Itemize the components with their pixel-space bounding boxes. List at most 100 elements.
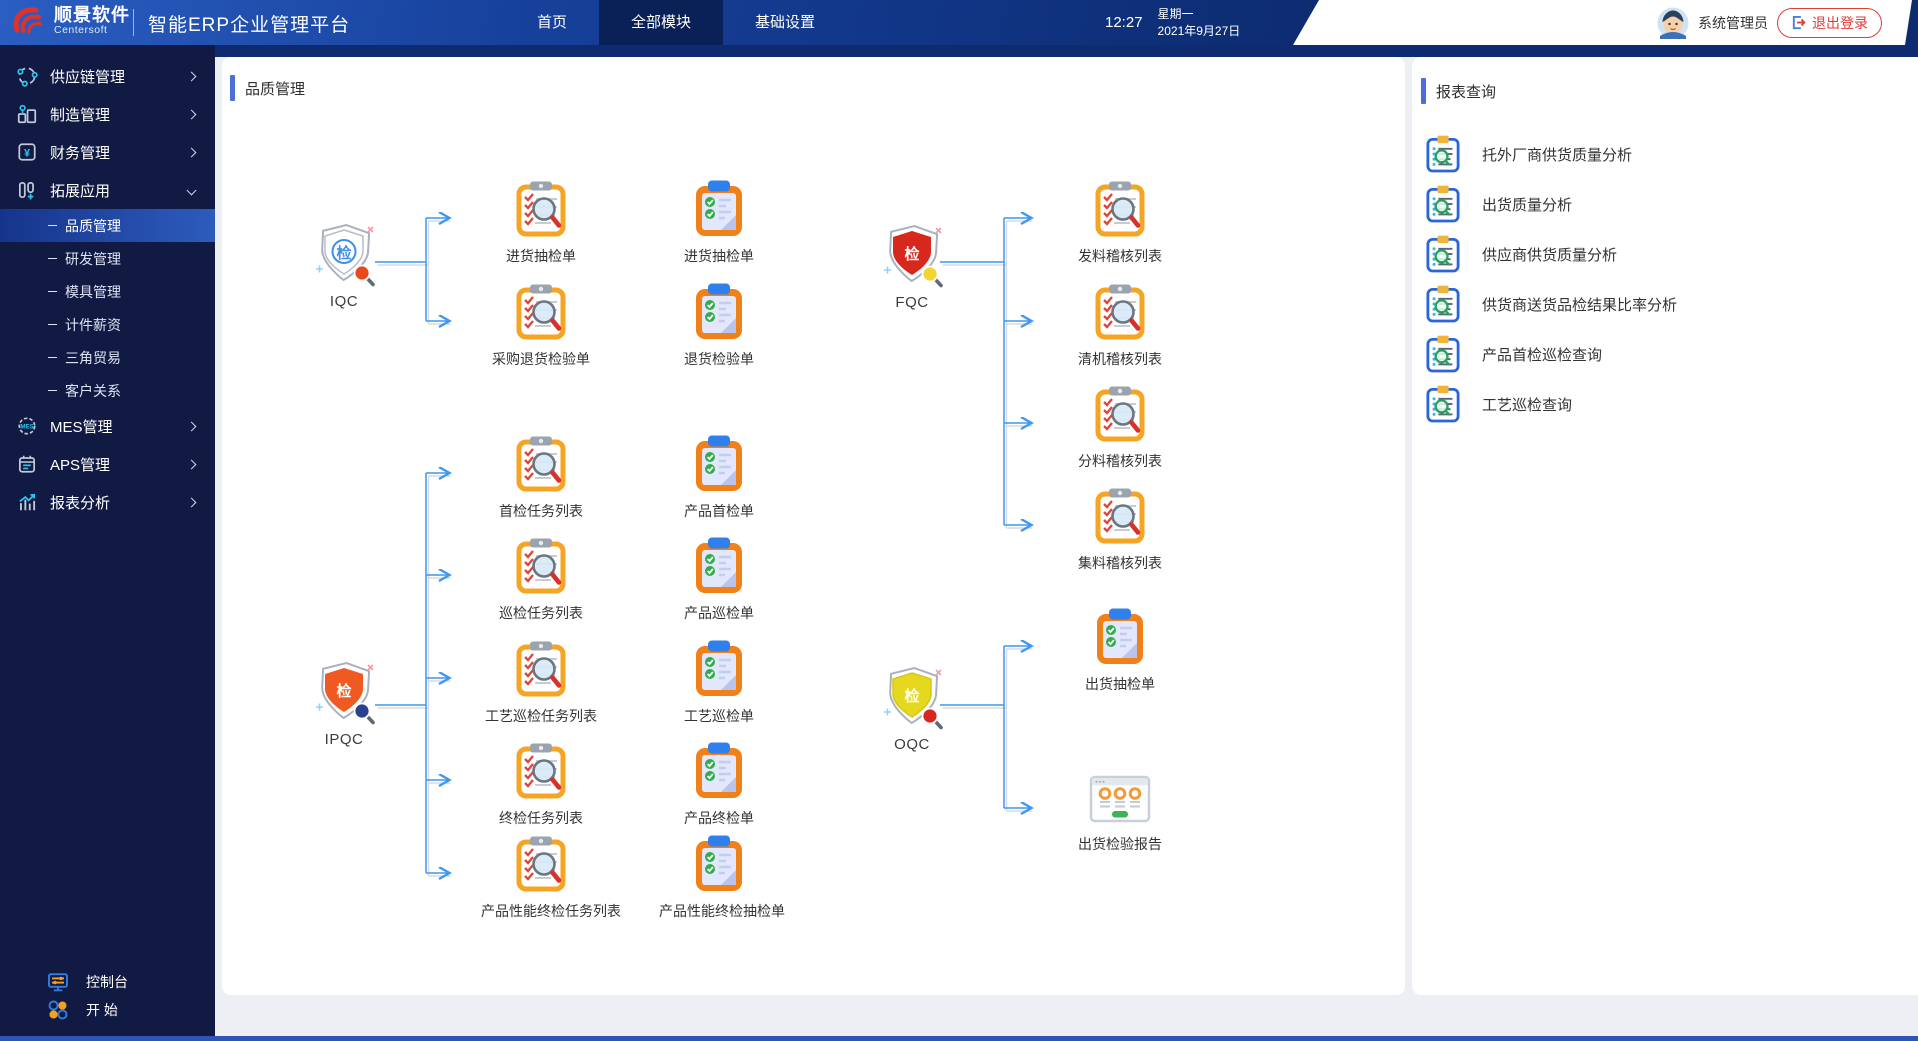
nav-tab-basic-settings[interactable]: 基础设置 xyxy=(723,0,847,45)
sidebar-item-label: 品质管理 xyxy=(65,217,121,234)
dash-bullet-icon xyxy=(48,290,57,293)
report-link[interactable]: 托外厂商供货质量分析 xyxy=(1426,129,1632,179)
sidebar-item-quality-management[interactable]: 品质管理 xyxy=(0,209,215,242)
chevron-right-icon xyxy=(186,109,197,119)
inspection-form-icon xyxy=(693,742,745,800)
report-query-icon xyxy=(1426,335,1460,373)
report-query-icon xyxy=(1426,285,1460,323)
dash-bullet-icon xyxy=(48,257,57,260)
sidebar-item-piece-wage[interactable]: 计件薪资 xyxy=(0,308,215,341)
sidebar-item-customer-relations[interactable]: 客户关系 xyxy=(0,374,215,407)
chevron-right-icon xyxy=(186,71,197,81)
chevron-right-icon xyxy=(186,147,197,157)
sidebar-item-supply-chain[interactable]: 供应链管理 xyxy=(0,57,215,95)
title-accent-bar xyxy=(230,75,235,101)
sidebar-item-extensions[interactable]: 拓展应用 xyxy=(0,171,215,209)
diagram-node[interactable]: 进货抽检单 xyxy=(481,180,601,266)
diagram-node[interactable]: 工艺巡检单 xyxy=(659,640,779,726)
diagram-node[interactable]: 清机稽核列表 xyxy=(1060,283,1180,369)
current-user-name: 系统管理员 xyxy=(1698,14,1768,31)
sidebar-item-label: 制造管理 xyxy=(50,106,111,124)
report-query-icon xyxy=(1426,135,1460,173)
logout-icon xyxy=(1792,15,1806,30)
inspection-form-icon xyxy=(693,283,745,341)
sidebar-item-aps[interactable]: APS管理 xyxy=(0,445,215,483)
quality-management-panel: 品质管理 检 IQC 检 FQC 检 IPQC 检 OQC 进货抽检单 采购退货… xyxy=(222,57,1405,995)
logout-button[interactable]: 退出登录 xyxy=(1777,7,1882,38)
inspection-form-icon xyxy=(693,835,745,893)
diagram-node[interactable]: 退货检验单 xyxy=(659,283,779,369)
diagram-node[interactable]: 产品终检单 xyxy=(659,742,779,828)
nav-tab-home[interactable]: 首页 xyxy=(505,0,599,45)
content-top-strip xyxy=(215,45,1918,57)
report-link[interactable]: 工艺巡检查询 xyxy=(1426,379,1572,429)
diagram-node[interactable]: 出货检验报告 xyxy=(1060,772,1180,854)
logout-label: 退出登录 xyxy=(1812,14,1868,31)
extensions-icon xyxy=(16,179,38,201)
clock-date: 2021年9月27日 xyxy=(1157,23,1241,38)
svg-text:¥: ¥ xyxy=(24,147,31,159)
sidebar-item-triangle-trade[interactable]: 三角贸易 xyxy=(0,341,215,374)
diagram-node[interactable]: 产品首检单 xyxy=(659,435,779,521)
inspection-form-icon xyxy=(693,180,745,238)
report-link[interactable]: 供应商供货质量分析 xyxy=(1426,229,1617,279)
diagram-node[interactable]: 分料稽核列表 xyxy=(1060,385,1180,471)
report-query-icon xyxy=(1426,235,1460,273)
sidebar-item-report-analysis[interactable]: 报表分析 xyxy=(0,483,215,521)
diagram-node[interactable]: 终检任务列表 xyxy=(481,742,601,828)
manufacturing-icon xyxy=(16,103,38,125)
diagram-node[interactable]: 产品性能终检抽检单 xyxy=(659,835,785,921)
shield-iqc[interactable]: 检 IQC xyxy=(312,223,376,310)
avatar[interactable] xyxy=(1657,7,1689,39)
shield-fqc[interactable]: 检 FQC xyxy=(880,224,944,311)
cluster-label: OQC xyxy=(894,736,930,753)
sidebar-item-label: APS管理 xyxy=(50,456,111,474)
diagram-node[interactable]: 产品性能终检任务列表 xyxy=(481,835,621,921)
diagram-node[interactable]: 首检任务列表 xyxy=(481,435,601,521)
sidebar-item-label: 拓展应用 xyxy=(50,182,111,200)
report-link[interactable]: 产品首检巡检查询 xyxy=(1426,329,1602,379)
sidebar-item-mold-management[interactable]: 模具管理 xyxy=(0,275,215,308)
app-title: 智能ERP企业管理平台 xyxy=(148,15,351,36)
diagram-node[interactable]: 出货抽检单 xyxy=(1060,608,1180,694)
report-panel-title: 报表查询 xyxy=(1436,83,1497,101)
finance-icon: ¥ xyxy=(16,141,38,163)
report-link[interactable]: 出货质量分析 xyxy=(1426,179,1572,229)
shield-glyph: 检 xyxy=(336,245,352,262)
diagram-node[interactable]: 工艺巡检任务列表 xyxy=(481,640,601,726)
shield-ipqc[interactable]: 检 IPQC xyxy=(312,661,376,748)
inspection-list-icon xyxy=(515,180,567,238)
bottom-accent-bar xyxy=(0,1036,1918,1041)
cluster-label: FQC xyxy=(895,294,929,311)
start-icon xyxy=(46,998,70,1022)
sidebar-item-label: 三角贸易 xyxy=(65,349,121,366)
nav-tab-all-modules[interactable]: 全部模块 xyxy=(599,0,724,45)
sidebar-item-rd-management[interactable]: 研发管理 xyxy=(0,242,215,275)
console-icon xyxy=(46,970,70,994)
report-link[interactable]: 供货商送货品检结果比率分析 xyxy=(1426,279,1677,329)
chevron-right-icon xyxy=(186,421,197,431)
dash-bullet-icon xyxy=(48,224,57,227)
logo-mark xyxy=(13,7,43,34)
report-analysis-icon xyxy=(16,491,38,513)
diagram-node[interactable]: 集料稽核列表 xyxy=(1060,487,1180,573)
shield-oqc[interactable]: 检 OQC xyxy=(880,666,944,753)
sidebar-item-manufacturing[interactable]: 制造管理 xyxy=(0,95,215,133)
inspection-form-icon xyxy=(693,640,745,698)
sidebar-item-start[interactable]: 开 始 xyxy=(0,996,215,1024)
diagram-node[interactable]: 发料稽核列表 xyxy=(1060,180,1180,266)
sidebar-item-console[interactable]: 控制台 xyxy=(0,968,215,996)
svg-text:MES: MES xyxy=(20,424,33,431)
sidebar: 供应链管理 制造管理 ¥ 财务管理 拓展应用 品质管理 研发管理 模具管理 计件 xyxy=(0,45,215,1036)
mes-icon: MES xyxy=(16,415,38,437)
sidebar-item-label: 供应链管理 xyxy=(50,68,126,86)
sidebar-item-finance[interactable]: ¥ 财务管理 xyxy=(0,133,215,171)
diagram-node[interactable]: 巡检任务列表 xyxy=(481,537,601,623)
diagram-node[interactable]: 进货抽检单 xyxy=(659,180,779,266)
title-divider xyxy=(133,9,134,36)
diagram-node[interactable]: 采购退货检验单 xyxy=(481,283,601,369)
inspection-list-icon xyxy=(515,283,567,341)
brand-name: 顺景软件 xyxy=(54,5,130,26)
diagram-node[interactable]: 产品巡检单 xyxy=(659,537,779,623)
sidebar-item-mes[interactable]: MES MES管理 xyxy=(0,407,215,445)
